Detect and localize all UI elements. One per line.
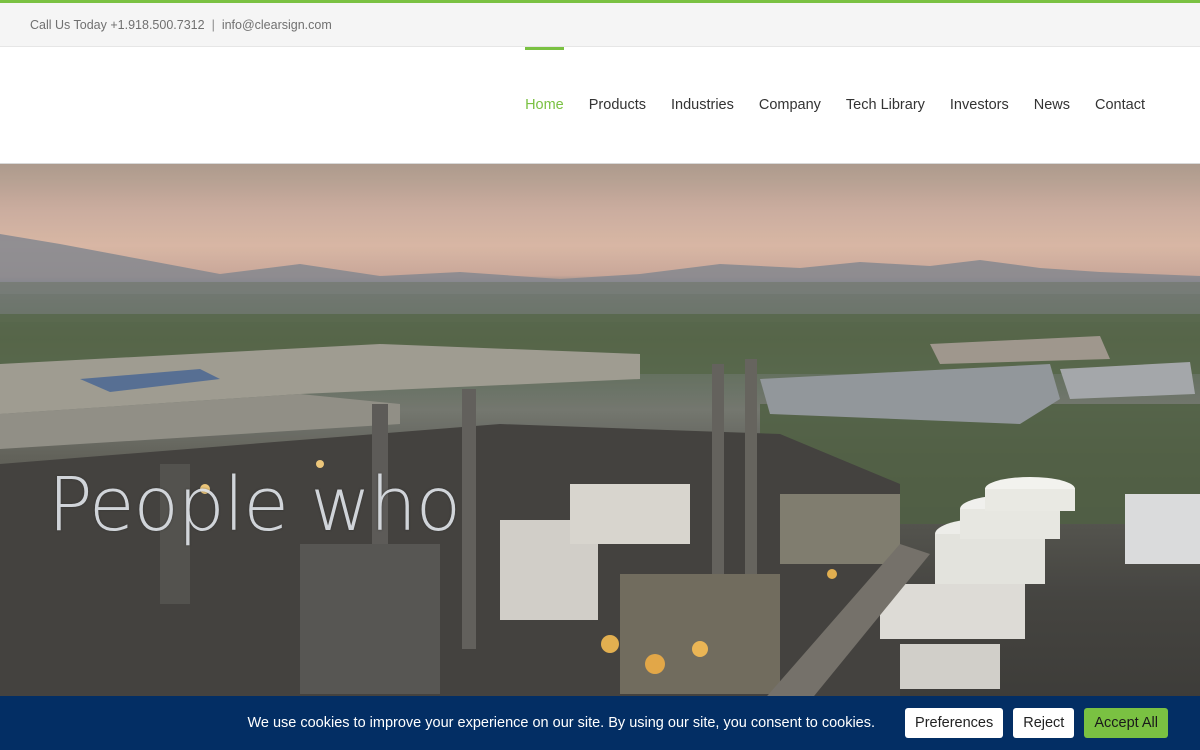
top-contact-bar: Call Us Today +1.918.500.7312 | info@cle… (0, 3, 1200, 47)
site-header: Home Products Industries Company Tech Li… (0, 47, 1200, 164)
contact-separator: | (211, 17, 215, 32)
nav-item-products[interactable]: Products (589, 47, 646, 163)
main-nav: Home Products Industries Company Tech Li… (525, 47, 1145, 163)
cookie-accept-all-button[interactable]: Accept All (1084, 708, 1168, 738)
contact-email-link[interactable]: info@clearsign.com (222, 18, 332, 32)
nav-item-company[interactable]: Company (759, 47, 821, 163)
contact-phone[interactable]: Call Us Today +1.918.500.7312 (30, 18, 205, 32)
cookie-reject-button[interactable]: Reject (1013, 708, 1075, 738)
nav-item-industries[interactable]: Industries (671, 47, 734, 163)
nav-item-contact[interactable]: Contact (1095, 47, 1145, 163)
hero-banner: People who (0, 164, 1200, 750)
nav-item-news[interactable]: News (1034, 47, 1070, 163)
cookie-preferences-button[interactable]: Preferences (905, 708, 1004, 738)
nav-item-home[interactable]: Home (525, 47, 564, 163)
nav-item-tech-library[interactable]: Tech Library (846, 47, 925, 163)
cookie-message: We use cookies to improve your experienc… (247, 715, 876, 731)
nav-item-investors[interactable]: Investors (950, 47, 1009, 163)
hero-industrial-scene-image (0, 164, 1200, 750)
cookie-consent-bar: We use cookies to improve your experienc… (0, 696, 1200, 750)
hero-headline: People who (48, 462, 461, 548)
